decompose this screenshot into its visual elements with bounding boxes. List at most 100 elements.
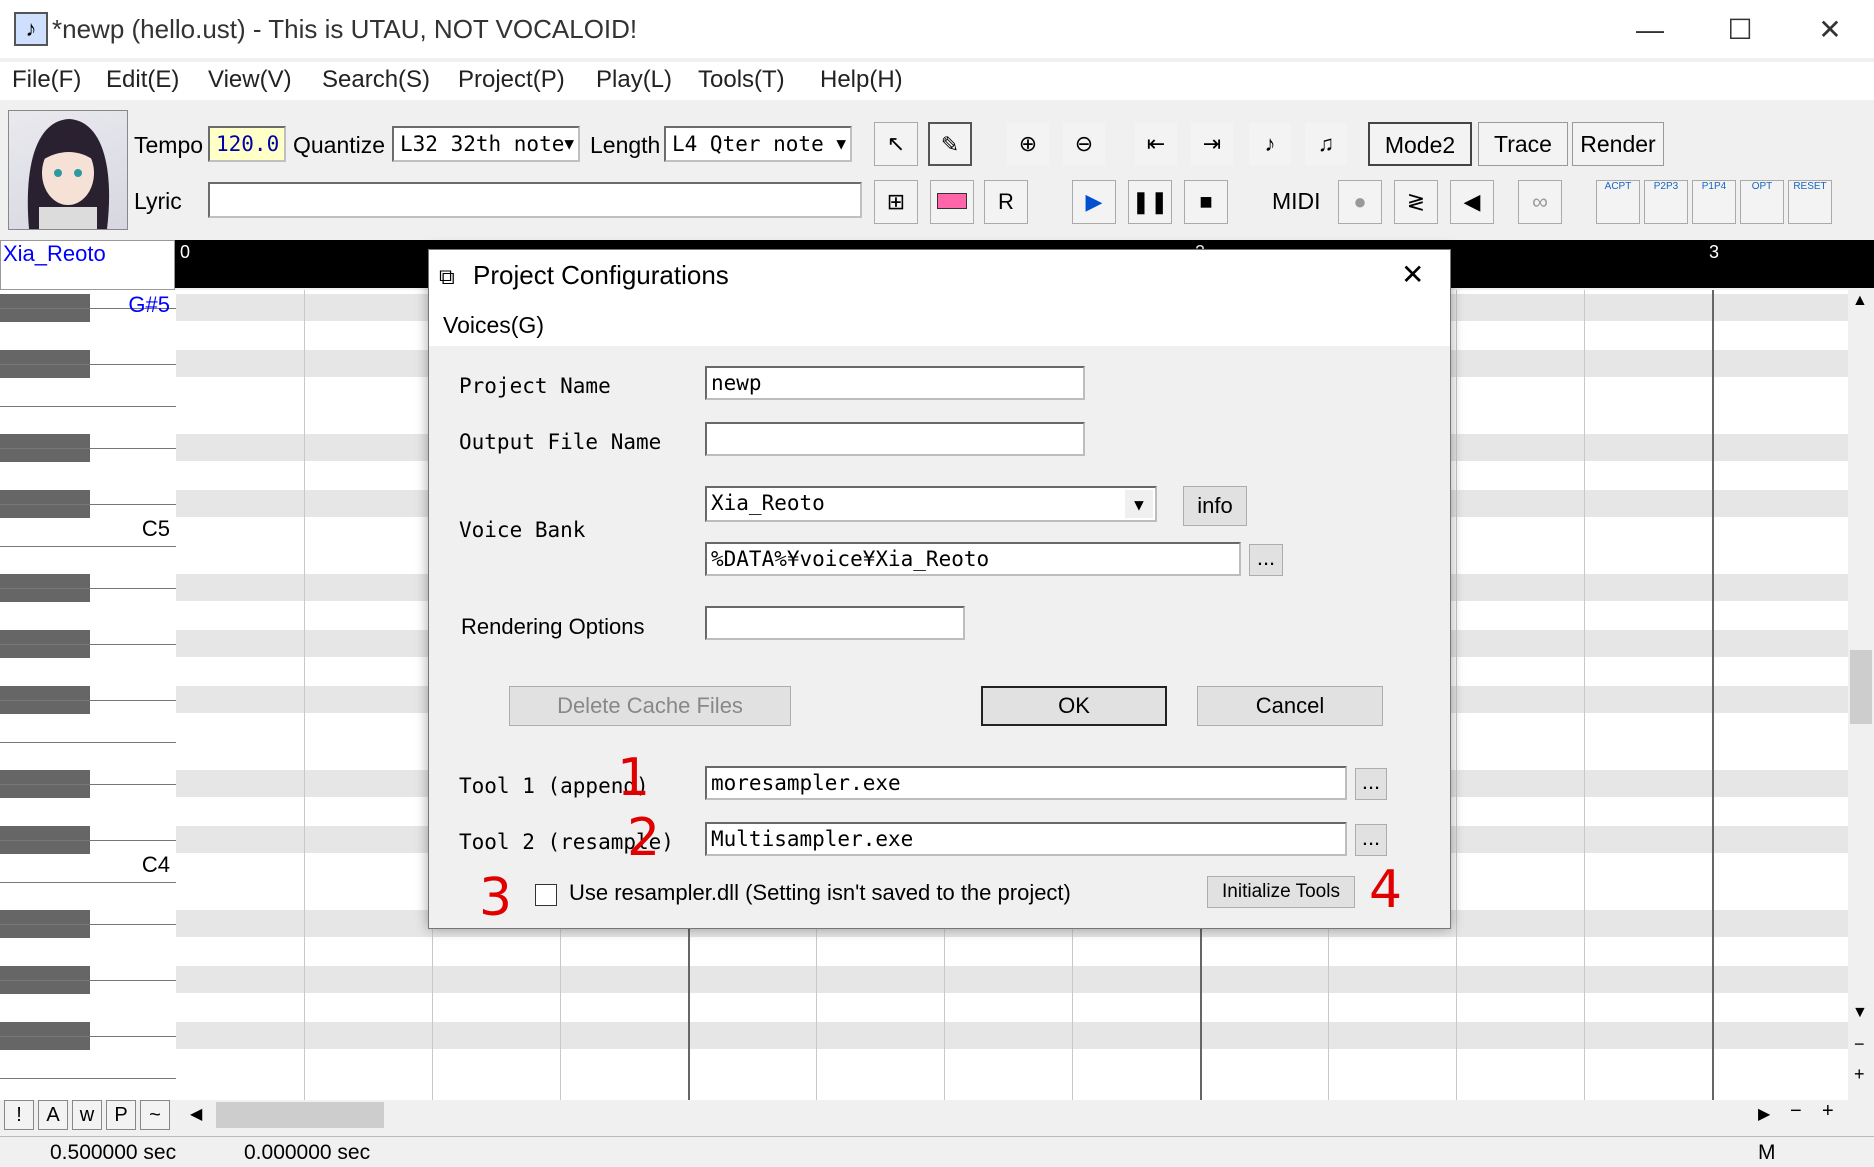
rendering-options-input[interactable]	[705, 606, 965, 640]
window-title: *newp (hello.ust) - This is UTAU, NOT VO…	[52, 14, 638, 44]
dialog-close-button[interactable]: ✕	[1401, 258, 1424, 291]
output-file-input[interactable]	[705, 422, 1085, 456]
tempo-input[interactable]: 120.0	[208, 126, 286, 162]
menu-play[interactable]: Play(L)	[596, 66, 672, 94]
voices-menu[interactable]: Voices(G)	[443, 312, 544, 339]
ruler-mark-3: 3	[1709, 242, 1720, 262]
vertical-scrollbar[interactable]: ▲ ▼ − +	[1848, 290, 1874, 1100]
info-button[interactable]: info	[1183, 486, 1247, 526]
voice-bank-label: Voice Bank	[459, 518, 586, 542]
p2p3-icon[interactable]: P2P3	[1644, 180, 1688, 224]
zoom-out-v-icon[interactable]: −	[1854, 1034, 1865, 1055]
zoom-in-icon[interactable]: ⊕	[1006, 122, 1050, 166]
singer-name[interactable]: Xia_Reoto	[0, 240, 175, 290]
minimize-button[interactable]: —	[1620, 10, 1680, 50]
menu-file[interactable]: File(F)	[12, 66, 81, 94]
delete-cache-button[interactable]: Delete Cache Files	[509, 686, 791, 726]
status-right: M	[1758, 1141, 1776, 1164]
record-icon[interactable]: ●	[1338, 180, 1382, 224]
tool2-input[interactable]: Multisampler.exe	[705, 822, 1347, 856]
quantize-label: Quantize	[293, 132, 386, 158]
speaker-icon[interactable]: ◀	[1450, 180, 1494, 224]
mode2-button[interactable]: Mode2	[1368, 122, 1472, 166]
pointer-tool-icon[interactable]: ↖	[874, 122, 918, 166]
project-config-dialog: ⧉ Project Configurations ✕ Voices(G) Pro…	[428, 249, 1451, 929]
zoom-in-h-icon[interactable]: +	[1822, 1100, 1834, 1123]
project-name-input[interactable]: newp	[705, 366, 1085, 400]
length-value: L4 Qter note	[672, 132, 824, 156]
menu-view[interactable]: View(V)	[208, 66, 292, 94]
note-join-icon[interactable]: ♫	[1304, 122, 1348, 166]
opt-icon[interactable]: OPT	[1740, 180, 1784, 224]
loop-icon[interactable]: ∞	[1518, 180, 1562, 224]
status-left: 0.500000 sec	[50, 1141, 177, 1164]
voice-path-input[interactable]: %DATA%¥voice¥Xia_Reoto	[705, 542, 1241, 576]
render-button[interactable]: Render	[1572, 122, 1664, 166]
zoom-out-h-icon[interactable]: −	[1790, 1100, 1802, 1123]
ruler-mark-0: 0	[180, 242, 191, 262]
scroll-thumb[interactable]	[1850, 650, 1872, 724]
mini-button-exclaim[interactable]: !	[4, 1100, 34, 1130]
mini-button-tilde[interactable]: ~	[140, 1100, 170, 1130]
dropdown-arrow-icon: ▼	[836, 134, 846, 153]
singer-avatar[interactable]	[8, 110, 128, 230]
p1p4-icon[interactable]: P1P4	[1692, 180, 1736, 224]
voice-path-browse-button[interactable]: ...	[1249, 544, 1283, 576]
menu-edit[interactable]: Edit(E)	[106, 66, 179, 94]
zoom-out-icon[interactable]: ⊖	[1062, 122, 1106, 166]
use-resampler-checkbox[interactable]	[535, 884, 557, 906]
scroll-down-icon[interactable]: ▼	[1852, 1004, 1868, 1022]
lyric-input[interactable]	[208, 182, 862, 218]
hscroll-thumb[interactable]	[216, 1102, 384, 1128]
scroll-right-icon[interactable]: ▶	[1758, 1104, 1770, 1124]
menu-project[interactable]: Project(P)	[458, 66, 565, 94]
app-note-icon: ♪	[14, 12, 48, 46]
title-bar: ♪ *newp (hello.ust) - This is UTAU, NOT …	[0, 0, 1874, 58]
tool1-input[interactable]: moresampler.exe	[705, 766, 1347, 800]
zoom-in-v-icon[interactable]: +	[1854, 1064, 1865, 1085]
acpt-icon[interactable]: ACPT	[1596, 180, 1640, 224]
insert-note-icon[interactable]: ⊞	[874, 180, 918, 224]
go-end-icon[interactable]: ⇥	[1190, 122, 1234, 166]
initialize-tools-button[interactable]: Initialize Tools	[1207, 876, 1355, 908]
mini-button-w[interactable]: w	[72, 1100, 102, 1130]
lyric-label: Lyric	[134, 188, 182, 214]
piano-keyboard[interactable]: G#5 C5 C4	[0, 290, 178, 1100]
mini-button-a[interactable]: A	[38, 1100, 68, 1130]
key-label-c5: C5	[141, 516, 170, 541]
dialog-title-bar: ⧉ Project Configurations ✕	[429, 250, 1450, 304]
menu-search[interactable]: Search(S)	[322, 66, 430, 94]
horizontal-scroll-area: ◀ ▶ − +	[0, 1100, 1874, 1130]
menu-help[interactable]: Help(H)	[820, 66, 903, 94]
scroll-left-icon[interactable]: ◀	[190, 1104, 202, 1124]
trace-button[interactable]: Trace	[1478, 122, 1568, 166]
ok-button[interactable]: OK	[981, 686, 1167, 726]
tempo-label: Tempo	[134, 132, 204, 158]
quantize-select[interactable]: L32 32th note ▼	[392, 126, 580, 162]
pencil-tool-icon[interactable]: ✎	[928, 122, 972, 166]
dropdown-arrow-icon[interactable]: ▼	[1125, 490, 1153, 518]
play-icon[interactable]: ▶	[1072, 180, 1116, 224]
pause-icon[interactable]: ❚❚	[1128, 180, 1172, 224]
go-start-icon[interactable]: ⇤	[1134, 122, 1178, 166]
tool1-browse-button[interactable]: ...	[1355, 768, 1387, 800]
insert-r-icon[interactable]: R	[984, 180, 1028, 224]
tool2-browse-button[interactable]: ...	[1355, 824, 1387, 856]
note-split-icon[interactable]: ♪	[1248, 122, 1292, 166]
mini-button-p[interactable]: P	[106, 1100, 136, 1130]
stop-icon[interactable]: ■	[1184, 180, 1228, 224]
maximize-button[interactable]: ☐	[1710, 10, 1770, 50]
scroll-up-icon[interactable]: ▲	[1852, 292, 1868, 310]
close-window-button[interactable]: ✕	[1800, 10, 1860, 50]
menu-tools[interactable]: Tools(T)	[698, 66, 785, 94]
voice-bank-select[interactable]: Xia_Reoto ▼	[705, 486, 1157, 522]
add-rest-icon[interactable]	[930, 180, 974, 224]
quantize-value: L32 32th note	[400, 132, 565, 156]
output-file-label: Output File Name	[459, 430, 662, 454]
length-select[interactable]: L4 Qter note ▼	[664, 126, 852, 162]
menu-bar: File(F) Edit(E) View(V) Search(S) Projec…	[0, 62, 1874, 100]
midi-route-icon[interactable]: ≷	[1394, 180, 1438, 224]
reset-icon[interactable]: RESET	[1788, 180, 1832, 224]
cancel-button[interactable]: Cancel	[1197, 686, 1383, 726]
annotation-4: 4	[1369, 860, 1403, 920]
